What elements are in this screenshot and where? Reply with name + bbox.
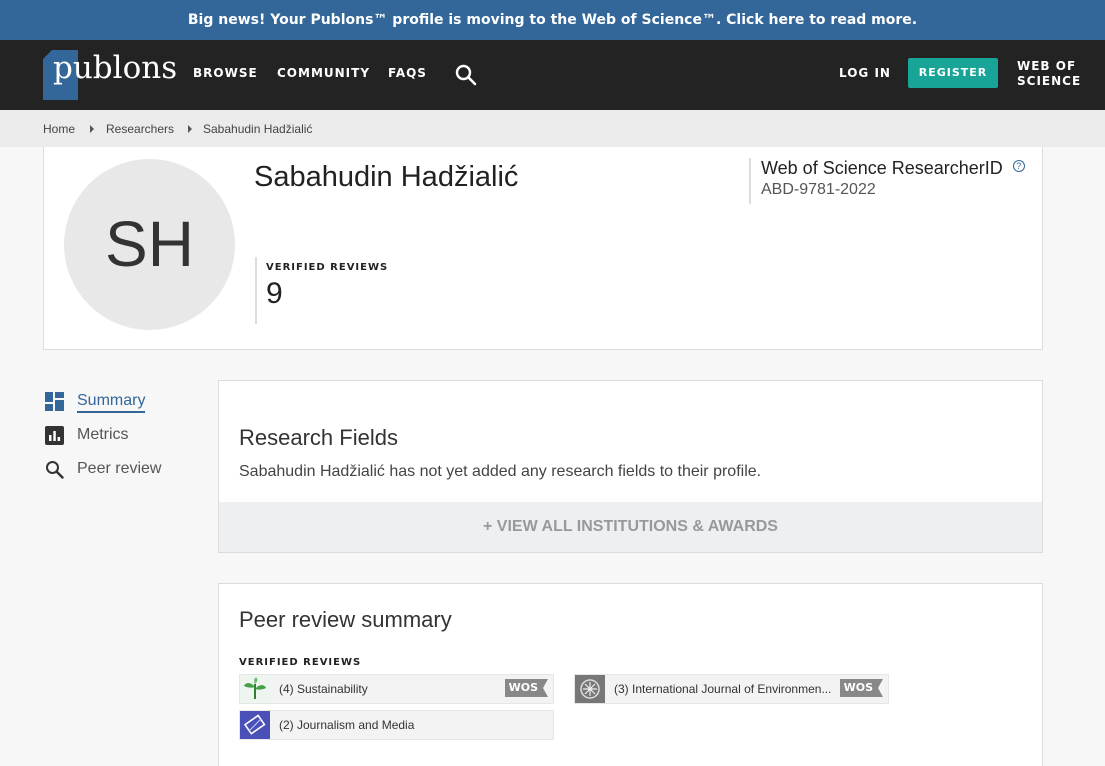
- avatar: SH: [64, 159, 235, 330]
- journal-name: (4) Sustainability: [279, 682, 368, 696]
- view-all-institutions-button[interactable]: + VIEW ALL INSTITUTIONS & AWARDS: [219, 502, 1042, 552]
- journal-name: (3) International Journal of Environmen.…: [614, 682, 832, 696]
- peer-review-summary-title: Peer review summary: [239, 607, 452, 632]
- help-icon[interactable]: ?: [1012, 160, 1025, 172]
- peer-review-summary-card: Peer review summary VERIFIED REVIEWS (4)…: [218, 583, 1043, 766]
- plant-icon: [240, 675, 270, 703]
- verified-reviews-label: VERIFIED REVIEWS: [266, 262, 389, 273]
- nav-faqs[interactable]: FAQS: [388, 66, 427, 80]
- research-fields-text: Sabahudin Hadžialić has not yet added an…: [239, 463, 762, 480]
- chevron-right-icon: [188, 125, 192, 133]
- breadcrumb-current: Sabahudin Hadžialić: [203, 122, 313, 136]
- sidebar-item-label: Summary: [77, 392, 146, 413]
- research-fields-card: Research Fields Sabahudin Hadžialić has …: [218, 380, 1043, 553]
- breadcrumb-home[interactable]: Home: [43, 122, 75, 136]
- breadcrumb: Home Researchers Sabahudin Hadžialić: [0, 110, 1105, 147]
- wos-badge: WOS: [504, 679, 549, 697]
- journal-item[interactable]: (2) Journalism and Media: [239, 710, 554, 740]
- profile-card: SH Sabahudin Hadžialić VERIFIED REVIEWS …: [43, 147, 1043, 350]
- logo-text: publons: [53, 50, 178, 86]
- search-icon[interactable]: [455, 64, 477, 86]
- dashboard-icon: [45, 392, 64, 411]
- verified-reviews-label: VERIFIED REVIEWS: [239, 657, 362, 668]
- sidebar-item-label: Peer review: [77, 460, 162, 477]
- publons-logo[interactable]: publons: [43, 50, 177, 100]
- wos-badge: WOS: [839, 679, 884, 697]
- top-navbar: publons BROWSE COMMUNITY FAQS LOG IN REG…: [0, 40, 1105, 110]
- media-icon: [240, 711, 270, 739]
- journal-cover-icon: [575, 675, 605, 703]
- nav-community[interactable]: COMMUNITY: [277, 66, 370, 80]
- researcher-id-label: Web of Science ResearcherID: [761, 158, 1003, 178]
- announcement-banner[interactable]: Big news! Your Publons™ profile is movin…: [0, 0, 1105, 40]
- journal-item[interactable]: (4) Sustainability WOS: [239, 674, 554, 704]
- verified-reviews-count: 9: [266, 277, 283, 310]
- sidebar-item-label: Metrics: [77, 426, 129, 443]
- verified-reviews-stat: VERIFIED REVIEWS 9: [255, 257, 388, 324]
- bar-chart-icon: [45, 426, 64, 445]
- researcher-id-value: ABD-9781-2022: [761, 181, 876, 198]
- chevron-right-icon: [90, 125, 94, 133]
- researcher-id-block: Web of Science ResearcherID? ABD-9781-20…: [749, 158, 1025, 204]
- log-in-link[interactable]: LOG IN: [839, 66, 891, 80]
- search-icon: [46, 461, 64, 479]
- nav-browse[interactable]: BROWSE: [193, 66, 258, 80]
- journal-item[interactable]: (3) International Journal of Environmen.…: [574, 674, 889, 704]
- journal-name: (2) Journalism and Media: [279, 718, 415, 732]
- web-of-science-link[interactable]: WEB OF SCIENCE: [1017, 59, 1097, 89]
- register-button[interactable]: REGISTER: [908, 58, 998, 88]
- breadcrumb-researchers[interactable]: Researchers: [106, 122, 174, 136]
- research-fields-title: Research Fields: [239, 425, 398, 450]
- researcher-name: Sabahudin Hadžialić: [254, 161, 519, 193]
